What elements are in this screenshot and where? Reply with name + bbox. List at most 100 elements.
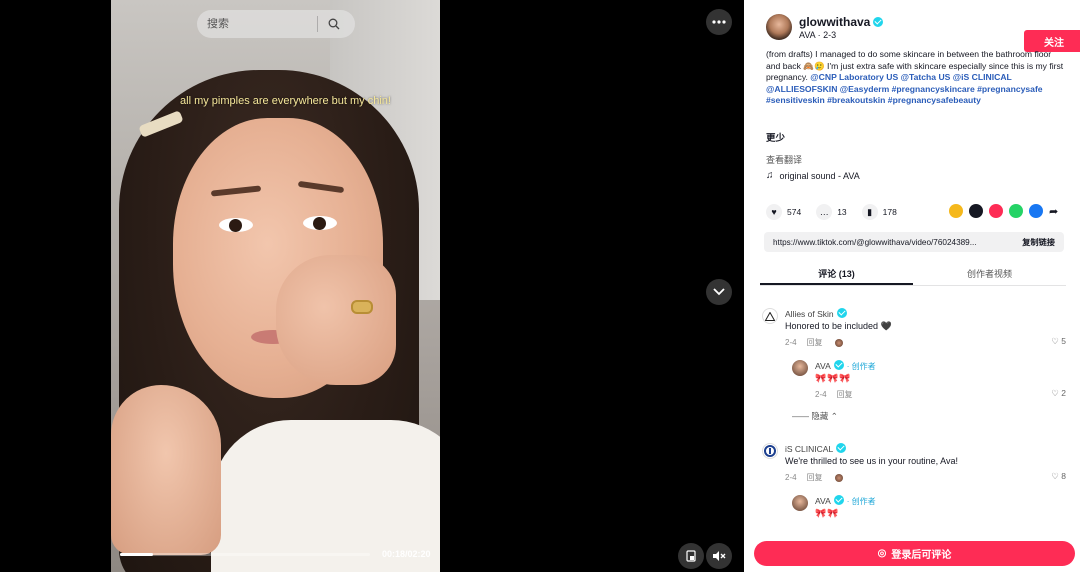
search-divider [317, 16, 318, 32]
commenter-name: AVA [815, 496, 831, 506]
comment-like-button[interactable]: ♡ 8 [1051, 471, 1066, 482]
video-player[interactable]: all my pimples are everywhere but my chi… [111, 0, 440, 572]
commenter-name-row[interactable]: iS CLINICAL [785, 443, 847, 454]
video-ring [351, 300, 373, 314]
left-eye [219, 218, 253, 232]
creator-liked-avatar [834, 473, 843, 482]
comment-like-count: 5 [1061, 336, 1066, 346]
login-to-comment-label: 登录后可评论 [891, 550, 952, 561]
comment-text: 🎀🎀🎀 [815, 373, 852, 383]
translate-link[interactable]: 查看翻译 [766, 153, 802, 166]
repost-icon[interactable] [949, 204, 963, 218]
save-button[interactable]: ▮ 178 [861, 204, 897, 220]
show-less-link[interactable]: 更少 [766, 130, 785, 144]
commenter-name: AVA [815, 361, 831, 371]
video-link-box: https://www.tiktok.com/@glowwithava/vide… [764, 232, 1064, 252]
video-progress-bar[interactable] [120, 553, 370, 556]
comment-icon: … [816, 204, 833, 220]
comment-item: iS CLINICAL We're thrilled to see us in … [762, 443, 1072, 483]
tab-creator-videos[interactable]: 创作者视频 [913, 261, 1066, 285]
page: all my pimples are everywhere but my chi… [0, 0, 1080, 572]
comment-date: 2-4 [785, 338, 797, 347]
copy-link-button[interactable]: 复制链接 [1022, 236, 1055, 248]
music-note-icon: ♫ [766, 170, 774, 181]
sound-label: original sound - AVA [779, 170, 860, 181]
comment-count: 13 [837, 207, 847, 217]
description-tags[interactable]: @CNP Laboratory US @Tatcha US @iS CLINIC… [766, 72, 1043, 105]
commenter-avatar[interactable] [762, 443, 778, 459]
hide-replies-button[interactable]: —— 隐藏 ⌃ [792, 410, 838, 422]
details-panel: glowwithava AVA · 2-3 关注 (from drafts) I… [744, 0, 1080, 572]
verified-icon [836, 443, 847, 453]
next-video-button[interactable] [706, 279, 732, 305]
bookmark-icon: ▮ [861, 204, 878, 220]
comment-item: Allies of Skin Honored to be included 🖤 … [762, 308, 1072, 348]
comment-list: Allies of Skin Honored to be included 🖤 … [744, 300, 1080, 528]
mute-button[interactable] [706, 543, 732, 569]
more-icon [712, 20, 726, 24]
comment-text: Honored to be included 🖤 [785, 321, 892, 331]
video-hand-left [111, 385, 221, 555]
video-area: all my pimples are everywhere but my chi… [0, 0, 744, 572]
author-name-link[interactable]: glowwithava [799, 15, 884, 29]
search-input[interactable] [207, 18, 317, 30]
reply-item: AVA · 创作者 🎀🎀 [792, 495, 1072, 525]
comment-like-button[interactable]: ♡ 5 [1051, 336, 1066, 347]
reply-item: AVA · 创作者 🎀🎀🎀 2-4 回复 ♡ 2 [792, 360, 1072, 400]
search-icon[interactable] [326, 16, 342, 32]
chevron-down-icon [713, 288, 725, 296]
hide-label: 隐藏 [811, 411, 829, 421]
picture-in-picture-button[interactable] [678, 543, 704, 569]
comment-bubble-icon: ◎ [877, 548, 887, 559]
comment-like-button[interactable]: ♡ 2 [1051, 388, 1066, 399]
commenter-avatar[interactable] [792, 495, 808, 511]
commenter-name-row[interactable]: AVA · 创作者 [815, 495, 876, 507]
commenter-avatar[interactable] [762, 308, 778, 324]
comment-like-count: 2 [1061, 388, 1066, 398]
share-arrow-icon[interactable]: ➦ [1049, 205, 1058, 218]
video-caption: all my pimples are everywhere but my chi… [180, 95, 391, 107]
search-bar[interactable] [197, 10, 355, 38]
commenter-name: iS CLINICAL [785, 444, 834, 454]
commenter-avatar[interactable] [792, 360, 808, 376]
video-time: 00:18/02:20 [382, 549, 431, 559]
tab-comments[interactable]: 评论 (13) [760, 261, 913, 285]
commenter-name: Allies of Skin [785, 309, 834, 319]
whatsapp-icon[interactable] [1009, 204, 1023, 218]
left-brow [210, 185, 262, 197]
verified-icon [836, 308, 847, 318]
share-row: ➦ [949, 204, 1058, 218]
speaker-muted-icon [713, 551, 726, 561]
video-progress-fill [120, 553, 153, 556]
sound-link[interactable]: ♫ original sound - AVA [766, 170, 860, 181]
comment-like-count: 8 [1061, 471, 1066, 481]
reply-button[interactable]: 回复 [807, 472, 823, 483]
author-header: glowwithava AVA · 2-3 关注 [766, 14, 1080, 52]
video-link-url[interactable]: https://www.tiktok.com/@glowwithava/vide… [773, 238, 1005, 247]
embed-icon[interactable] [969, 204, 983, 218]
reply-button[interactable]: 回复 [837, 389, 853, 400]
verified-icon [833, 360, 844, 370]
commenter-name-row[interactable]: Allies of Skin [785, 308, 847, 319]
heart-icon: ♥ [766, 204, 782, 220]
comment-button[interactable]: … 13 [816, 204, 847, 220]
right-brow [297, 180, 345, 194]
login-to-comment-button[interactable]: ◎ 登录后可评论 [754, 541, 1075, 566]
commenter-name-row[interactable]: AVA · 创作者 [815, 360, 876, 372]
more-options-button[interactable] [706, 9, 732, 35]
like-count: 574 [787, 207, 802, 217]
video-description: (from drafts) I managed to do some skinc… [766, 49, 1066, 107]
send-icon[interactable] [989, 204, 1003, 218]
facebook-icon[interactable] [1029, 204, 1043, 218]
verified-icon [833, 495, 844, 505]
save-count: 178 [882, 207, 897, 217]
reply-button[interactable]: 回复 [807, 337, 823, 348]
right-eye [303, 216, 337, 230]
like-button[interactable]: ♥ 574 [766, 204, 801, 220]
comment-date: 2-4 [815, 390, 827, 399]
author-name: glowwithava [799, 15, 871, 29]
video-hand-right [276, 255, 396, 385]
comment-text: We're thrilled to see us in your routine… [785, 456, 958, 466]
author-avatar[interactable] [766, 14, 792, 40]
stats-row: ♥ 574 … 13 ▮ 178 [766, 204, 912, 220]
